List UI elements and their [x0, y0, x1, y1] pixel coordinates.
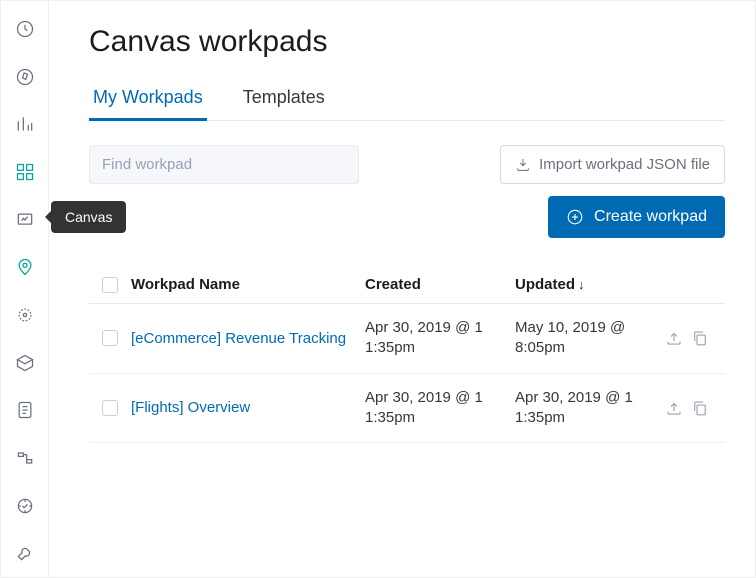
- sidebar-item-apm[interactable]: [1, 434, 49, 482]
- sidebar: Canvas: [1, 1, 49, 577]
- sidebar-item-uptime[interactable]: [1, 482, 49, 530]
- wrench-icon: [15, 543, 35, 563]
- copy-icon[interactable]: [691, 399, 709, 417]
- package-icon: [15, 353, 35, 373]
- updated-cell: Apr 30, 2019 @ 11:35pm: [515, 388, 665, 429]
- action-row: Import workpad JSON file Create workpad: [89, 145, 725, 238]
- select-all-checkbox[interactable]: [102, 277, 118, 293]
- sidebar-item-discover[interactable]: [1, 53, 49, 101]
- canvas-icon: [15, 210, 35, 230]
- import-label: Import workpad JSON file: [539, 156, 710, 173]
- main: Canvas workpads My Workpads Templates Im…: [49, 1, 755, 577]
- sidebar-item-logs[interactable]: [1, 386, 49, 434]
- col-header-updated[interactable]: Updated↓: [515, 276, 665, 293]
- page-title: Canvas workpads: [89, 25, 725, 59]
- row-checkbox[interactable]: [102, 400, 118, 416]
- bar-chart-icon: [15, 114, 35, 134]
- import-workpad-button[interactable]: Import workpad JSON file: [500, 145, 725, 184]
- plus-circle-icon: [566, 208, 584, 226]
- table-header: Workpad Name Created Updated↓: [89, 266, 725, 304]
- col-header-name[interactable]: Workpad Name: [131, 276, 365, 293]
- workpad-link[interactable]: [eCommerce] Revenue Tracking: [131, 330, 346, 347]
- created-cell: Apr 30, 2019 @ 11:35pm: [365, 318, 515, 359]
- workpads-table: Workpad Name Created Updated↓ [eCommerce…: [89, 266, 725, 443]
- crosshair-icon: [15, 305, 35, 325]
- compass-icon: [15, 67, 35, 87]
- create-label: Create workpad: [594, 208, 707, 226]
- clock-icon: [15, 19, 35, 39]
- sidebar-item-dev-tools[interactable]: [1, 529, 49, 577]
- sidebar-item-ml[interactable]: [1, 291, 49, 339]
- sidebar-item-canvas[interactable]: [1, 196, 49, 244]
- pipeline-icon: [15, 448, 35, 468]
- row-checkbox[interactable]: [102, 330, 118, 346]
- target-icon: [15, 496, 35, 516]
- updated-cell: May 10, 2019 @8:05pm: [515, 318, 665, 359]
- copy-icon[interactable]: [691, 329, 709, 347]
- tab-my-workpads[interactable]: My Workpads: [89, 87, 207, 120]
- workpad-link[interactable]: [Flights] Overview: [131, 399, 250, 416]
- sidebar-tooltip: Canvas: [51, 201, 126, 233]
- sidebar-item-recent[interactable]: [1, 5, 49, 53]
- tiles-icon: [15, 162, 35, 182]
- import-icon: [515, 157, 531, 173]
- tab-templates[interactable]: Templates: [239, 87, 329, 120]
- map-pin-icon: [15, 257, 35, 277]
- sort-desc-icon: ↓: [578, 277, 585, 292]
- export-icon[interactable]: [665, 399, 683, 417]
- table-row: [Flights] Overview Apr 30, 2019 @ 11:35p…: [89, 374, 725, 444]
- created-cell: Apr 30, 2019 @ 11:35pm: [365, 388, 515, 429]
- col-header-updated-label: Updated: [515, 276, 575, 293]
- sidebar-item-visualize[interactable]: [1, 100, 49, 148]
- search-input[interactable]: [89, 145, 359, 184]
- sidebar-item-maps[interactable]: [1, 243, 49, 291]
- tabs: My Workpads Templates: [89, 87, 725, 121]
- app-root: Canvas Canvas workpads My Workpads Templ…: [0, 0, 756, 578]
- sidebar-item-dashboards[interactable]: [1, 148, 49, 196]
- export-icon[interactable]: [665, 329, 683, 347]
- sidebar-item-infra[interactable]: [1, 339, 49, 387]
- col-header-created[interactable]: Created: [365, 276, 515, 293]
- scroll-icon: [15, 400, 35, 420]
- create-workpad-button[interactable]: Create workpad: [548, 196, 725, 238]
- table-row: [eCommerce] Revenue Tracking Apr 30, 201…: [89, 304, 725, 374]
